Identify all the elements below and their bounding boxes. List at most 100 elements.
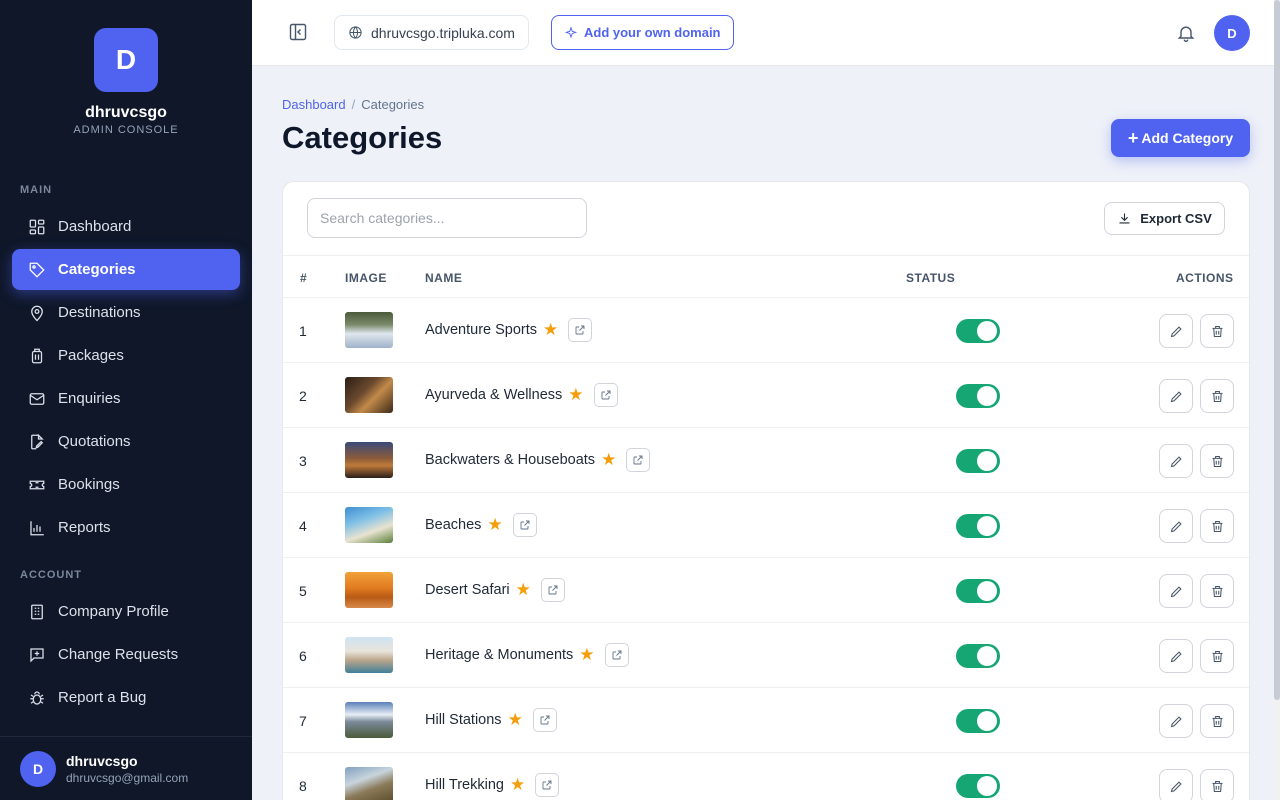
status-toggle[interactable] [956, 644, 1000, 668]
external-link-button[interactable] [568, 318, 593, 342]
bell-icon [1177, 26, 1195, 42]
table-row: 3 Backwaters & Houseboats ★ [283, 428, 1249, 493]
delete-button[interactable] [1200, 314, 1234, 348]
add-category-button[interactable]: + Add Category [1111, 119, 1250, 157]
add-domain-button[interactable]: Add your own domain [551, 15, 734, 50]
building-icon [28, 603, 46, 621]
sidebar-item-destinations[interactable]: Destinations [12, 292, 240, 333]
breadcrumb: Dashboard / Categories [282, 97, 424, 112]
trash-icon [1212, 585, 1222, 597]
category-name-cell: Backwaters & Houseboats ★ [425, 448, 651, 472]
column-header-actions: ACTIONS [1176, 271, 1234, 285]
delete-button[interactable] [1200, 509, 1234, 543]
scrollbar-thumb[interactable] [1274, 0, 1280, 700]
status-toggle[interactable] [956, 319, 1000, 343]
breadcrumb-dashboard-link[interactable]: Dashboard [282, 97, 346, 112]
breadcrumb-current: Categories [361, 97, 425, 112]
domain-link[interactable]: dhruvcsgo.tripluka.com [334, 15, 529, 50]
row-number: 2 [299, 388, 307, 404]
sidebar-item-bookings[interactable]: Bookings [12, 464, 240, 505]
table-body: 1 Adventure Sports ★ 2 Ayurveda & Wellne… [283, 298, 1249, 800]
top-avatar[interactable]: D [1214, 15, 1250, 51]
section-label-account: ACCOUNT [20, 569, 82, 581]
trash-icon [1212, 715, 1222, 727]
external-link-button[interactable] [593, 383, 618, 407]
delete-button[interactable] [1200, 639, 1234, 673]
status-toggle[interactable] [956, 579, 1000, 603]
sidebar-item-categories[interactable]: Categories [12, 249, 240, 290]
map-pin-icon [28, 304, 46, 322]
category-name: Desert Safari [425, 582, 510, 598]
delete-button[interactable] [1200, 769, 1234, 800]
sidebar-item-company-profile[interactable]: Company Profile [12, 591, 240, 632]
column-header-name: NAME [425, 271, 463, 285]
sidebar-item-dashboard[interactable]: Dashboard [12, 206, 240, 247]
row-number: 8 [299, 778, 307, 794]
sidebar-item-label: Change Requests [58, 646, 179, 663]
sidebar-item-enquiries[interactable]: Enquiries [12, 378, 240, 419]
external-link-icon [575, 325, 585, 335]
trash-icon [1212, 520, 1222, 532]
category-name: Hill Stations [425, 712, 502, 728]
edit-button[interactable] [1159, 574, 1193, 608]
export-csv-button[interactable]: Export CSV [1104, 202, 1225, 235]
status-toggle[interactable] [956, 774, 1000, 798]
edit-button[interactable] [1159, 509, 1193, 543]
delete-button[interactable] [1200, 444, 1234, 478]
status-toggle[interactable] [956, 384, 1000, 408]
status-toggle[interactable] [956, 514, 1000, 538]
external-link-icon [612, 650, 621, 660]
pencil-icon [1170, 520, 1182, 532]
sidebar-item-change-requests[interactable]: Change Requests [12, 634, 240, 675]
edit-button[interactable] [1159, 769, 1193, 800]
sidebar-item-reports[interactable]: Reports [12, 507, 240, 548]
toggle-knob [977, 776, 997, 796]
column-header-status: STATUS [906, 271, 956, 285]
external-link-button[interactable] [535, 773, 560, 797]
external-link-icon [520, 520, 530, 530]
category-name-cell: Adventure Sports ★ [425, 318, 593, 342]
page-scrollbar[interactable] [1274, 0, 1280, 800]
edit-button[interactable] [1159, 314, 1193, 348]
domain-text: dhruvcsgo.tripluka.com [371, 24, 515, 41]
trash-icon [1212, 650, 1222, 662]
category-name-cell: Heritage & Monuments ★ [425, 643, 629, 667]
toggle-knob [977, 646, 997, 666]
edit-button[interactable] [1159, 379, 1193, 413]
sidebar-item-label: Company Profile [58, 603, 169, 620]
sidebar-item-report-bug[interactable]: Report a Bug [12, 677, 240, 718]
sidebar-item-label: Enquiries [58, 390, 121, 407]
toggle-knob [977, 451, 997, 471]
search-input[interactable] [307, 198, 587, 238]
toggle-knob [977, 321, 997, 341]
external-link-button[interactable] [540, 578, 565, 602]
main-nav: Dashboard Categories Destinations Packag… [12, 206, 240, 550]
sidebar-item-quotations[interactable]: Quotations [12, 421, 240, 462]
delete-button[interactable] [1200, 379, 1234, 413]
add-category-label: Add Category [1141, 130, 1234, 146]
user-profile[interactable]: D dhruvcsgo dhruvcsgo@gmail.com [0, 736, 252, 800]
table-row: 4 Beaches ★ [283, 493, 1249, 558]
edit-button[interactable] [1159, 639, 1193, 673]
table-header: # IMAGE NAME STATUS ACTIONS [283, 255, 1249, 298]
sidebar-item-packages[interactable]: Packages [12, 335, 240, 376]
notifications-button[interactable] [1176, 23, 1196, 48]
external-link-button[interactable] [532, 708, 557, 732]
ticket-icon [28, 476, 46, 494]
toggle-knob [977, 581, 997, 601]
user-name: dhruvcsgo [66, 752, 138, 769]
edit-button[interactable] [1159, 704, 1193, 738]
page-title: Categories [282, 120, 443, 155]
edit-button[interactable] [1159, 444, 1193, 478]
external-link-button[interactable] [626, 448, 651, 472]
delete-button[interactable] [1200, 704, 1234, 738]
star-icon: ★ [543, 320, 559, 339]
delete-button[interactable] [1200, 574, 1234, 608]
external-link-button[interactable] [512, 513, 537, 537]
status-toggle[interactable] [956, 709, 1000, 733]
sidebar-toggle-button[interactable] [288, 22, 310, 44]
trash-icon [1212, 780, 1222, 792]
sparkle-icon [564, 25, 578, 39]
status-toggle[interactable] [956, 449, 1000, 473]
external-link-button[interactable] [604, 643, 629, 667]
